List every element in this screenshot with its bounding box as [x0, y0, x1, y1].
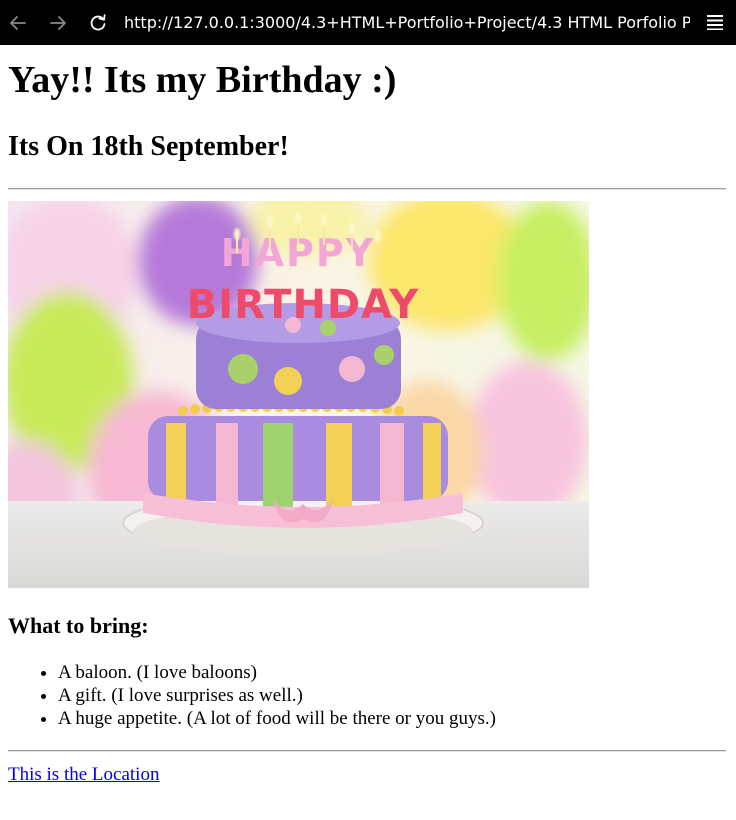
- birthday-date: Its On 18th September!: [8, 131, 289, 162]
- svg-text:BIRTHDAY: BIRTHDAY: [187, 282, 419, 328]
- list-item: A huge appetite. (A lot of food will be …: [58, 707, 496, 730]
- hamburger-menu-icon: [707, 15, 723, 30]
- browser-toolbar: http://127.0.0.1:3000/4.3+HTML+Portfolio…: [0, 0, 736, 45]
- divider: [8, 750, 726, 752]
- arrow-right-icon: [50, 15, 66, 30]
- reload-icon: [90, 13, 106, 30]
- location-link[interactable]: This is the Location: [8, 763, 159, 787]
- reload-button[interactable]: [83, 0, 113, 45]
- divider: [8, 188, 726, 190]
- address-bar[interactable]: http://127.0.0.1:3000/4.3+HTML+Portfolio…: [124, 11, 690, 35]
- menu-button[interactable]: [704, 11, 726, 33]
- back-button[interactable]: [3, 0, 33, 45]
- page-title: Yay!! Its my Birthday :): [8, 59, 397, 101]
- arrow-left-icon: [10, 15, 26, 30]
- birthday-cake-image: HAPPY BIRTHDAY: [8, 201, 589, 588]
- forward-button[interactable]: [43, 0, 73, 45]
- bring-list: A baloon. (I love baloons) A gift. (I lo…: [8, 661, 496, 730]
- bring-heading: What to bring:: [8, 613, 149, 638]
- list-item: A gift. (I love surprises as well.): [58, 684, 496, 707]
- list-item: A baloon. (I love baloons): [58, 661, 496, 684]
